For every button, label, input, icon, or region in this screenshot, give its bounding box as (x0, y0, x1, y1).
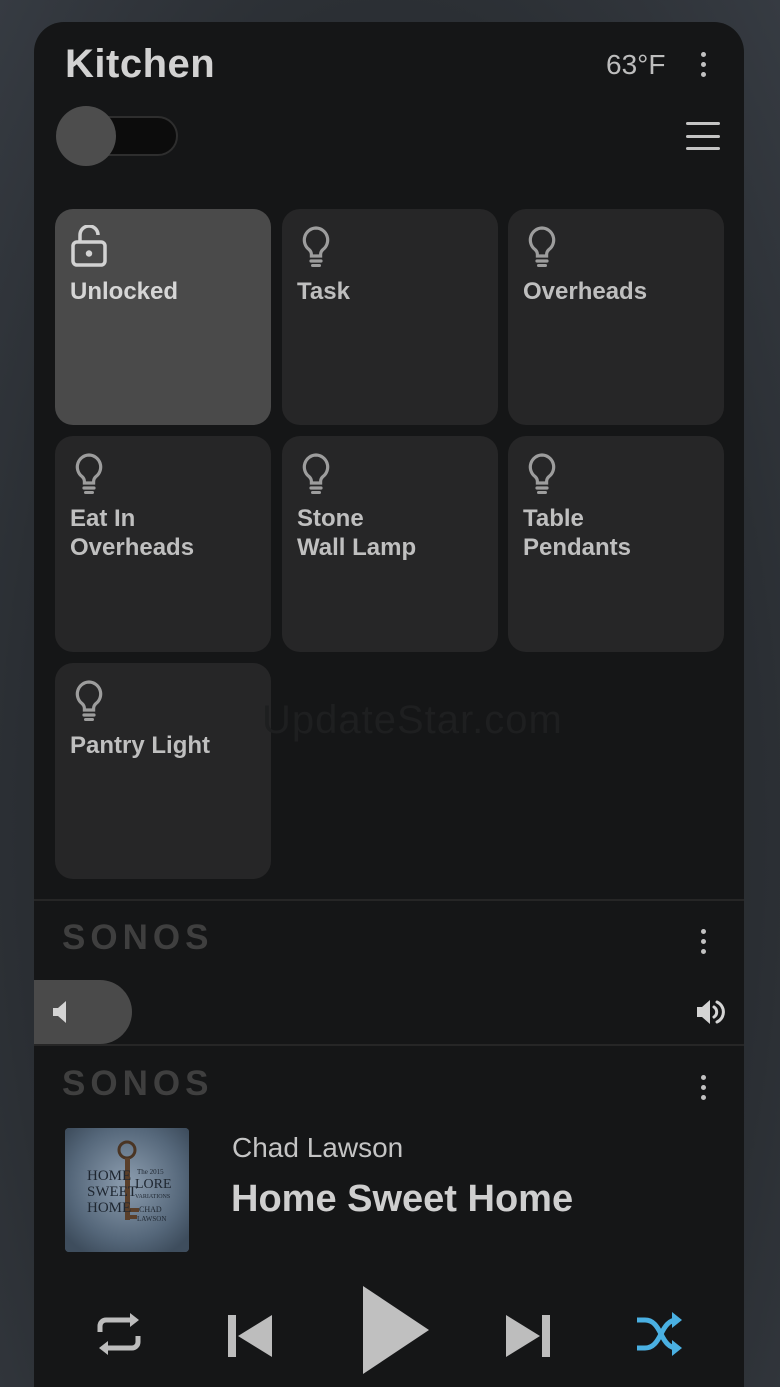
volume-slider[interactable] (34, 980, 132, 1044)
room-title: Kitchen (65, 42, 216, 86)
album-text-home2: HOME (87, 1200, 131, 1216)
tile-label: Overheads (523, 278, 648, 305)
tile-table-pendants[interactable]: Table Pendants (508, 436, 724, 652)
card-header: Kitchen 63°F (34, 22, 744, 212)
divider (34, 899, 744, 901)
tile-task[interactable]: Task (282, 209, 498, 425)
artist-name: Chad Lawson (232, 1132, 404, 1163)
lightbulb-icon (302, 226, 330, 267)
room-more-options-icon[interactable] (693, 49, 713, 79)
tile-label: Eat In Overheads (70, 505, 195, 561)
tile-unlocked[interactable]: Unlocked (55, 209, 271, 425)
next-icon[interactable] (504, 1312, 552, 1360)
menu-icon[interactable] (686, 122, 720, 150)
volume-high-icon[interactable] (696, 998, 726, 1026)
album-text-sweet: SWEET (87, 1184, 137, 1200)
tile-label: Unlocked (70, 278, 179, 305)
volume-low-icon[interactable] (52, 1000, 70, 1024)
tile-label: Pantry Light (70, 732, 211, 759)
volume-more-options-icon[interactable] (693, 926, 713, 956)
lightbulb-icon (75, 680, 103, 721)
sonos-logo: SONOS (62, 1064, 214, 1103)
tile-pantry-light[interactable]: Pantry Light (55, 663, 271, 879)
previous-icon[interactable] (226, 1312, 274, 1360)
album-text-lore: LORE (135, 1177, 172, 1192)
watermark: UpdateStar.com (262, 698, 563, 742)
play-icon[interactable] (359, 1282, 433, 1378)
lightbulb-icon (75, 453, 103, 494)
temperature-readout: 63°F (606, 49, 666, 80)
album-text-home: HOME (87, 1168, 131, 1184)
tile-label: Table Pendants (523, 505, 632, 561)
tile-eat-in-overheads[interactable]: Eat In Overheads (55, 436, 271, 652)
repeat-icon[interactable] (94, 1312, 144, 1356)
shuffle-icon[interactable] (634, 1310, 684, 1358)
tile-label: Stone Wall Lamp (297, 505, 417, 561)
lightbulb-icon (528, 226, 556, 267)
divider (34, 1044, 744, 1046)
lightbulb-icon (302, 453, 330, 494)
toggle-knob[interactable] (56, 106, 116, 166)
track-title: Home Sweet Home (231, 1178, 574, 1220)
album-text-lawson: LAWSON (137, 1215, 166, 1223)
tile-overheads[interactable]: Overheads (508, 209, 724, 425)
album-art-image: HOME SWEET HOME The 2015 LORE VARIATIONS… (65, 1128, 189, 1252)
album-text-chad: CHAD (139, 1205, 162, 1214)
player-more-options-icon[interactable] (693, 1072, 713, 1102)
album-art[interactable]: HOME SWEET HOME The 2015 LORE VARIATIONS… (65, 1128, 189, 1252)
sonos-logo: SONOS (62, 918, 214, 957)
album-text-year: The 2015 (137, 1168, 164, 1176)
tile-label: Task (297, 278, 350, 305)
tile-stone-wall-lamp[interactable]: Stone Wall Lamp (282, 436, 498, 652)
lightbulb-icon (528, 453, 556, 494)
album-text-variations: VARIATIONS (135, 1194, 170, 1200)
lock-open-icon (71, 225, 107, 267)
room-power-toggle[interactable] (56, 106, 180, 166)
kitchen-card: Kitchen 63°F Unlocked Task Overheads Eat… (34, 22, 744, 1387)
